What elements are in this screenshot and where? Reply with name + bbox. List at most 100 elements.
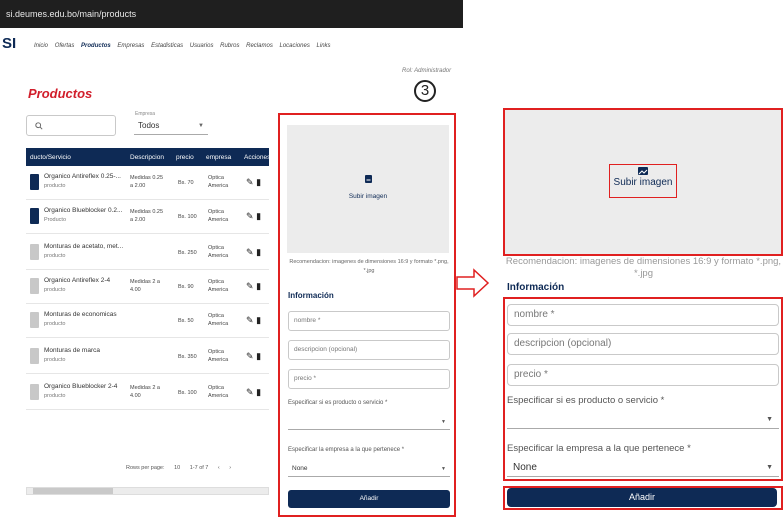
nav-rubros[interactable]: Rubros [220, 43, 239, 49]
search-input[interactable] [26, 115, 116, 136]
col-descripcion[interactable]: Descripcion [130, 154, 164, 161]
upload-image-label-zoom: Subir imagen [613, 177, 673, 188]
search-icon [35, 121, 43, 130]
table-row[interactable]: Monturas de acetato, met... producto Bs. 2… [26, 236, 269, 270]
nav-ofertas[interactable]: Ofertas [55, 43, 75, 49]
table-row[interactable]: Organico Antireflex 2-4 producto Medidas 2… [26, 270, 269, 304]
table-row[interactable]: Organico Antireflex 0.25-... producto Medi… [26, 166, 269, 200]
step-number-badge: 3 [414, 80, 436, 102]
type-select[interactable]: ▼ [288, 414, 450, 430]
product-description: Medidas 0.25 a 2.00 [130, 209, 164, 223]
table-row[interactable]: Monturas de marca producto Bs. 350 Optica A… [26, 340, 269, 374]
add-button-zoom[interactable]: Añadir [507, 488, 777, 507]
chevron-down-icon: ▼ [198, 123, 204, 129]
product-thumbnail [30, 174, 39, 190]
row-actions: ✎ ▮ [246, 177, 261, 188]
trash-icon[interactable]: ▮ [256, 211, 261, 221]
product-description: Medidas 2 a 4.00 [130, 279, 160, 293]
prev-page-icon[interactable]: ‹ [218, 465, 220, 471]
table-row[interactable]: Organico Blueblocker 0.2... Producto Medid… [26, 200, 269, 234]
nav-estadisticas[interactable]: Estadisticas [151, 43, 183, 49]
row-actions: ✎ ▮ [246, 211, 261, 222]
nav-productos[interactable]: Productos [81, 43, 111, 49]
product-company: Optica America [208, 245, 229, 259]
col-producto[interactable]: ducto/Servicio [30, 154, 71, 161]
pencil-icon[interactable]: ✎ [246, 351, 254, 361]
image-upload-area[interactable]: Subir imagen [287, 125, 449, 253]
price-input-zoom[interactable]: precio * [507, 364, 779, 386]
browser-url-bar[interactable]: si.deumes.edu.bo/main/products [0, 0, 463, 28]
add-button[interactable]: Añadir [288, 490, 450, 508]
trash-icon[interactable]: ▮ [256, 351, 261, 361]
pagination: Rows per page: 10 1-7 of 7 ‹ › [126, 465, 239, 471]
table-header: ducto/Servicio Descripcion precio empres… [26, 148, 271, 166]
pencil-icon[interactable]: ✎ [246, 315, 254, 325]
horizontal-scrollbar[interactable]: . [26, 487, 269, 495]
upload-image-button-zoom[interactable]: Subir imagen [609, 164, 677, 198]
nav-inicio[interactable]: Inicio [34, 43, 48, 49]
image-recommendation: Recomendacion: imagenes de dimensiones 1… [289, 259, 449, 274]
pencil-icon[interactable]: ✎ [246, 211, 254, 221]
product-price: Bs. 350 [178, 354, 197, 360]
product-thumbnail [30, 244, 39, 260]
next-page-icon[interactable]: › [229, 465, 231, 471]
company-select-zoom[interactable]: None ▼ [507, 459, 779, 477]
pencil-icon[interactable]: ✎ [246, 247, 254, 257]
type-select-zoom[interactable]: ▼ [507, 411, 779, 429]
chevron-down-icon: ▼ [441, 419, 446, 425]
row-actions: ✎ ▮ [246, 351, 261, 362]
name-input-zoom[interactable]: nombre * [507, 304, 779, 326]
table-row[interactable]: Organico Blueblocker 2-4 producto Medidas … [26, 376, 269, 410]
row-actions: ✎ ▮ [246, 315, 261, 326]
table-row[interactable]: Monturas de economicas producto Bs. 50 Opti… [26, 304, 269, 338]
empresa-filter-select[interactable]: Todos ▼ [134, 117, 208, 135]
product-company: Optica America [208, 279, 229, 293]
product-company: Optica America [208, 175, 229, 189]
nav-empresas[interactable]: Empresas [117, 43, 144, 49]
trash-icon[interactable]: ▮ [256, 315, 261, 325]
pencil-icon[interactable]: ✎ [246, 177, 254, 187]
col-acciones: Acciones [244, 154, 271, 161]
price-input[interactable]: precio * [288, 369, 450, 389]
empresa-filter-value: Todos [138, 121, 160, 130]
company-select[interactable]: None ▼ [288, 461, 450, 477]
chevron-down-icon: ▼ [766, 416, 773, 423]
app-logo[interactable]: SI [2, 35, 16, 52]
description-input[interactable]: descripcion (opcional) [288, 340, 450, 360]
nav-locaciones[interactable]: Locaciones [280, 43, 310, 49]
nav-usuarios[interactable]: Usuarios [190, 43, 214, 49]
rows-per-page-select[interactable]: 10 [174, 465, 180, 471]
row-actions: ✎ ▮ [246, 281, 261, 292]
type-select-label-zoom: Especificar si es producto o servicio * [507, 395, 665, 406]
product-description: Medidas 2 a 4.00 [130, 385, 160, 399]
product-name: Organico Blueblocker 2-4 [44, 383, 118, 390]
trash-icon[interactable]: ▮ [256, 281, 261, 291]
product-name: Monturas de acetato, met... [44, 243, 124, 250]
product-category: producto [44, 393, 66, 399]
name-input[interactable]: nombre * [288, 311, 450, 331]
upload-image-label[interactable]: Subir imagen [287, 193, 449, 200]
scrollbar-thumb[interactable]: . [33, 488, 113, 494]
product-company: Optica America [208, 385, 229, 399]
pencil-icon[interactable]: ✎ [246, 387, 254, 397]
company-select-value: None [292, 465, 308, 472]
trash-icon[interactable]: ▮ [256, 387, 261, 397]
product-name: Organico Antireflex 0.25-... [44, 173, 121, 180]
col-empresa[interactable]: empresa [206, 154, 231, 161]
nav-reclamos[interactable]: Reclamos [246, 43, 273, 49]
col-precio[interactable]: precio [176, 154, 194, 161]
chevron-down-icon: ▼ [441, 466, 446, 472]
product-name: Monturas de marca [44, 347, 100, 354]
nav-links[interactable]: Links [317, 43, 331, 49]
pencil-icon[interactable]: ✎ [246, 281, 254, 291]
product-price: Bs. 90 [178, 284, 194, 290]
product-category: producto [44, 287, 66, 293]
info-heading-zoom: Información [507, 282, 565, 293]
product-price: Bs. 100 [178, 214, 197, 220]
trash-icon[interactable]: ▮ [256, 177, 261, 187]
description-input-zoom[interactable]: descripcion (opcional) [507, 333, 779, 355]
trash-icon[interactable]: ▮ [256, 247, 261, 257]
arrow-right-icon [456, 268, 490, 298]
product-thumbnail [30, 348, 39, 364]
rows-per-page-label: Rows per page: [126, 465, 165, 471]
